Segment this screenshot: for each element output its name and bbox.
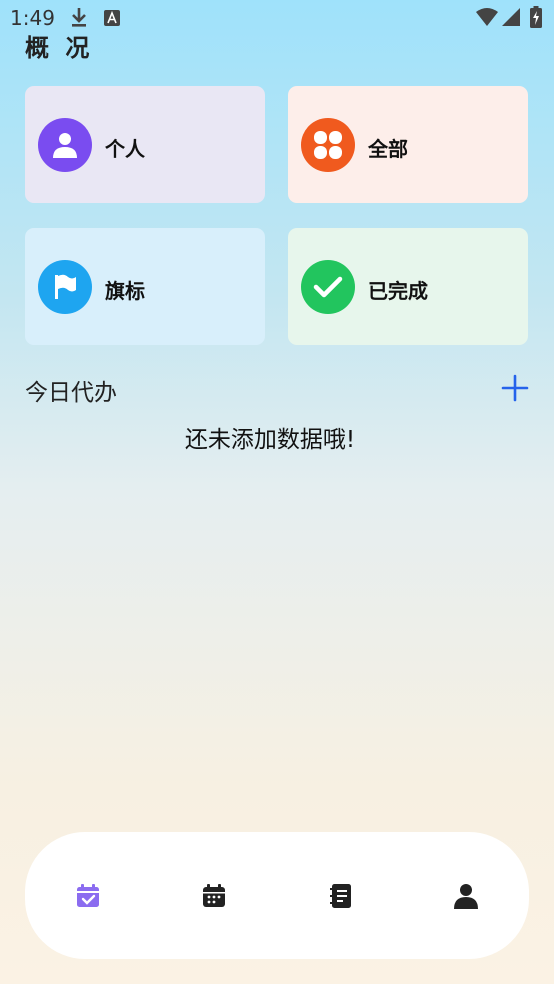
page-title: 概 况: [25, 34, 94, 62]
wifi-icon: [476, 8, 498, 30]
tab-calendar[interactable]: [194, 876, 234, 916]
card-done[interactable]: 已完成: [288, 228, 528, 345]
battery-icon: [530, 6, 542, 32]
card-label: 旗标: [105, 279, 145, 303]
check-icon: [301, 260, 355, 314]
bottom-tab-bar: [25, 832, 529, 959]
card-label: 已完成: [368, 279, 428, 303]
person-icon: [38, 118, 92, 172]
add-button[interactable]: [500, 373, 530, 403]
tab-profile[interactable]: [446, 876, 486, 916]
tab-notes[interactable]: [321, 876, 361, 916]
text-app-icon: [104, 10, 120, 30]
card-label: 个人: [105, 137, 145, 161]
card-personal[interactable]: 个人: [25, 86, 265, 203]
grid-icon: [301, 118, 355, 172]
notebook-icon: [330, 884, 351, 908]
section-title-today: 今日代办: [25, 380, 117, 406]
signal-icon: [502, 8, 520, 30]
status-time: 1:49: [10, 6, 55, 30]
tab-today[interactable]: [68, 876, 108, 916]
card-all[interactable]: 全部: [288, 86, 528, 203]
card-label: 全部: [368, 137, 408, 161]
user-icon: [454, 884, 478, 909]
calendar-check-icon: [77, 884, 99, 907]
flag-icon: [38, 260, 92, 314]
empty-state-text: 还未添加数据哦!: [184, 427, 356, 453]
plus-icon: [501, 374, 529, 402]
card-flag[interactable]: 旗标: [25, 228, 265, 345]
calendar-icon: [203, 884, 225, 907]
